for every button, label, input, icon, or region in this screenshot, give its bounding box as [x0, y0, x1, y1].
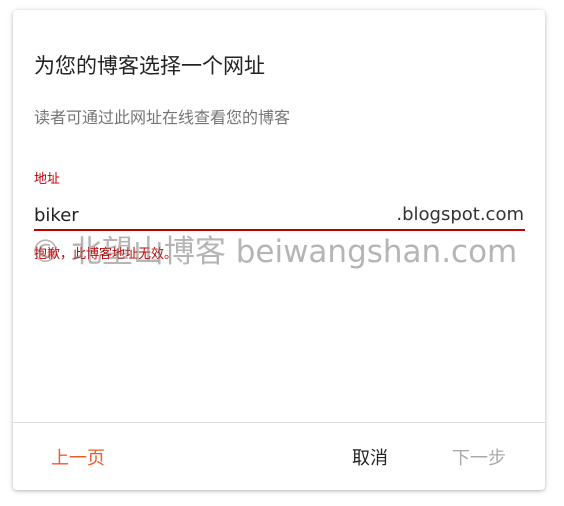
- dialog-title: 为您的博客选择一个网址: [34, 54, 265, 78]
- dialog-subtitle: 读者可通过此网址在线查看您的博客: [34, 108, 291, 127]
- address-field-label: 地址: [34, 172, 61, 187]
- address-error-message: 抱歉，此博客地址无效。: [34, 247, 178, 262]
- domain-suffix: .blogspot.com: [396, 204, 524, 225]
- blog-address-dialog: 为您的博客选择一个网址 读者可通过此网址在线查看您的博客 地址 .blogspo…: [13, 10, 545, 490]
- footer-divider: [13, 422, 545, 423]
- cancel-button[interactable]: 取消: [352, 446, 388, 472]
- address-input[interactable]: [34, 202, 334, 228]
- previous-button[interactable]: 上一页: [51, 446, 105, 472]
- address-input-underline: [34, 229, 525, 231]
- next-button[interactable]: 下一步: [452, 446, 506, 472]
